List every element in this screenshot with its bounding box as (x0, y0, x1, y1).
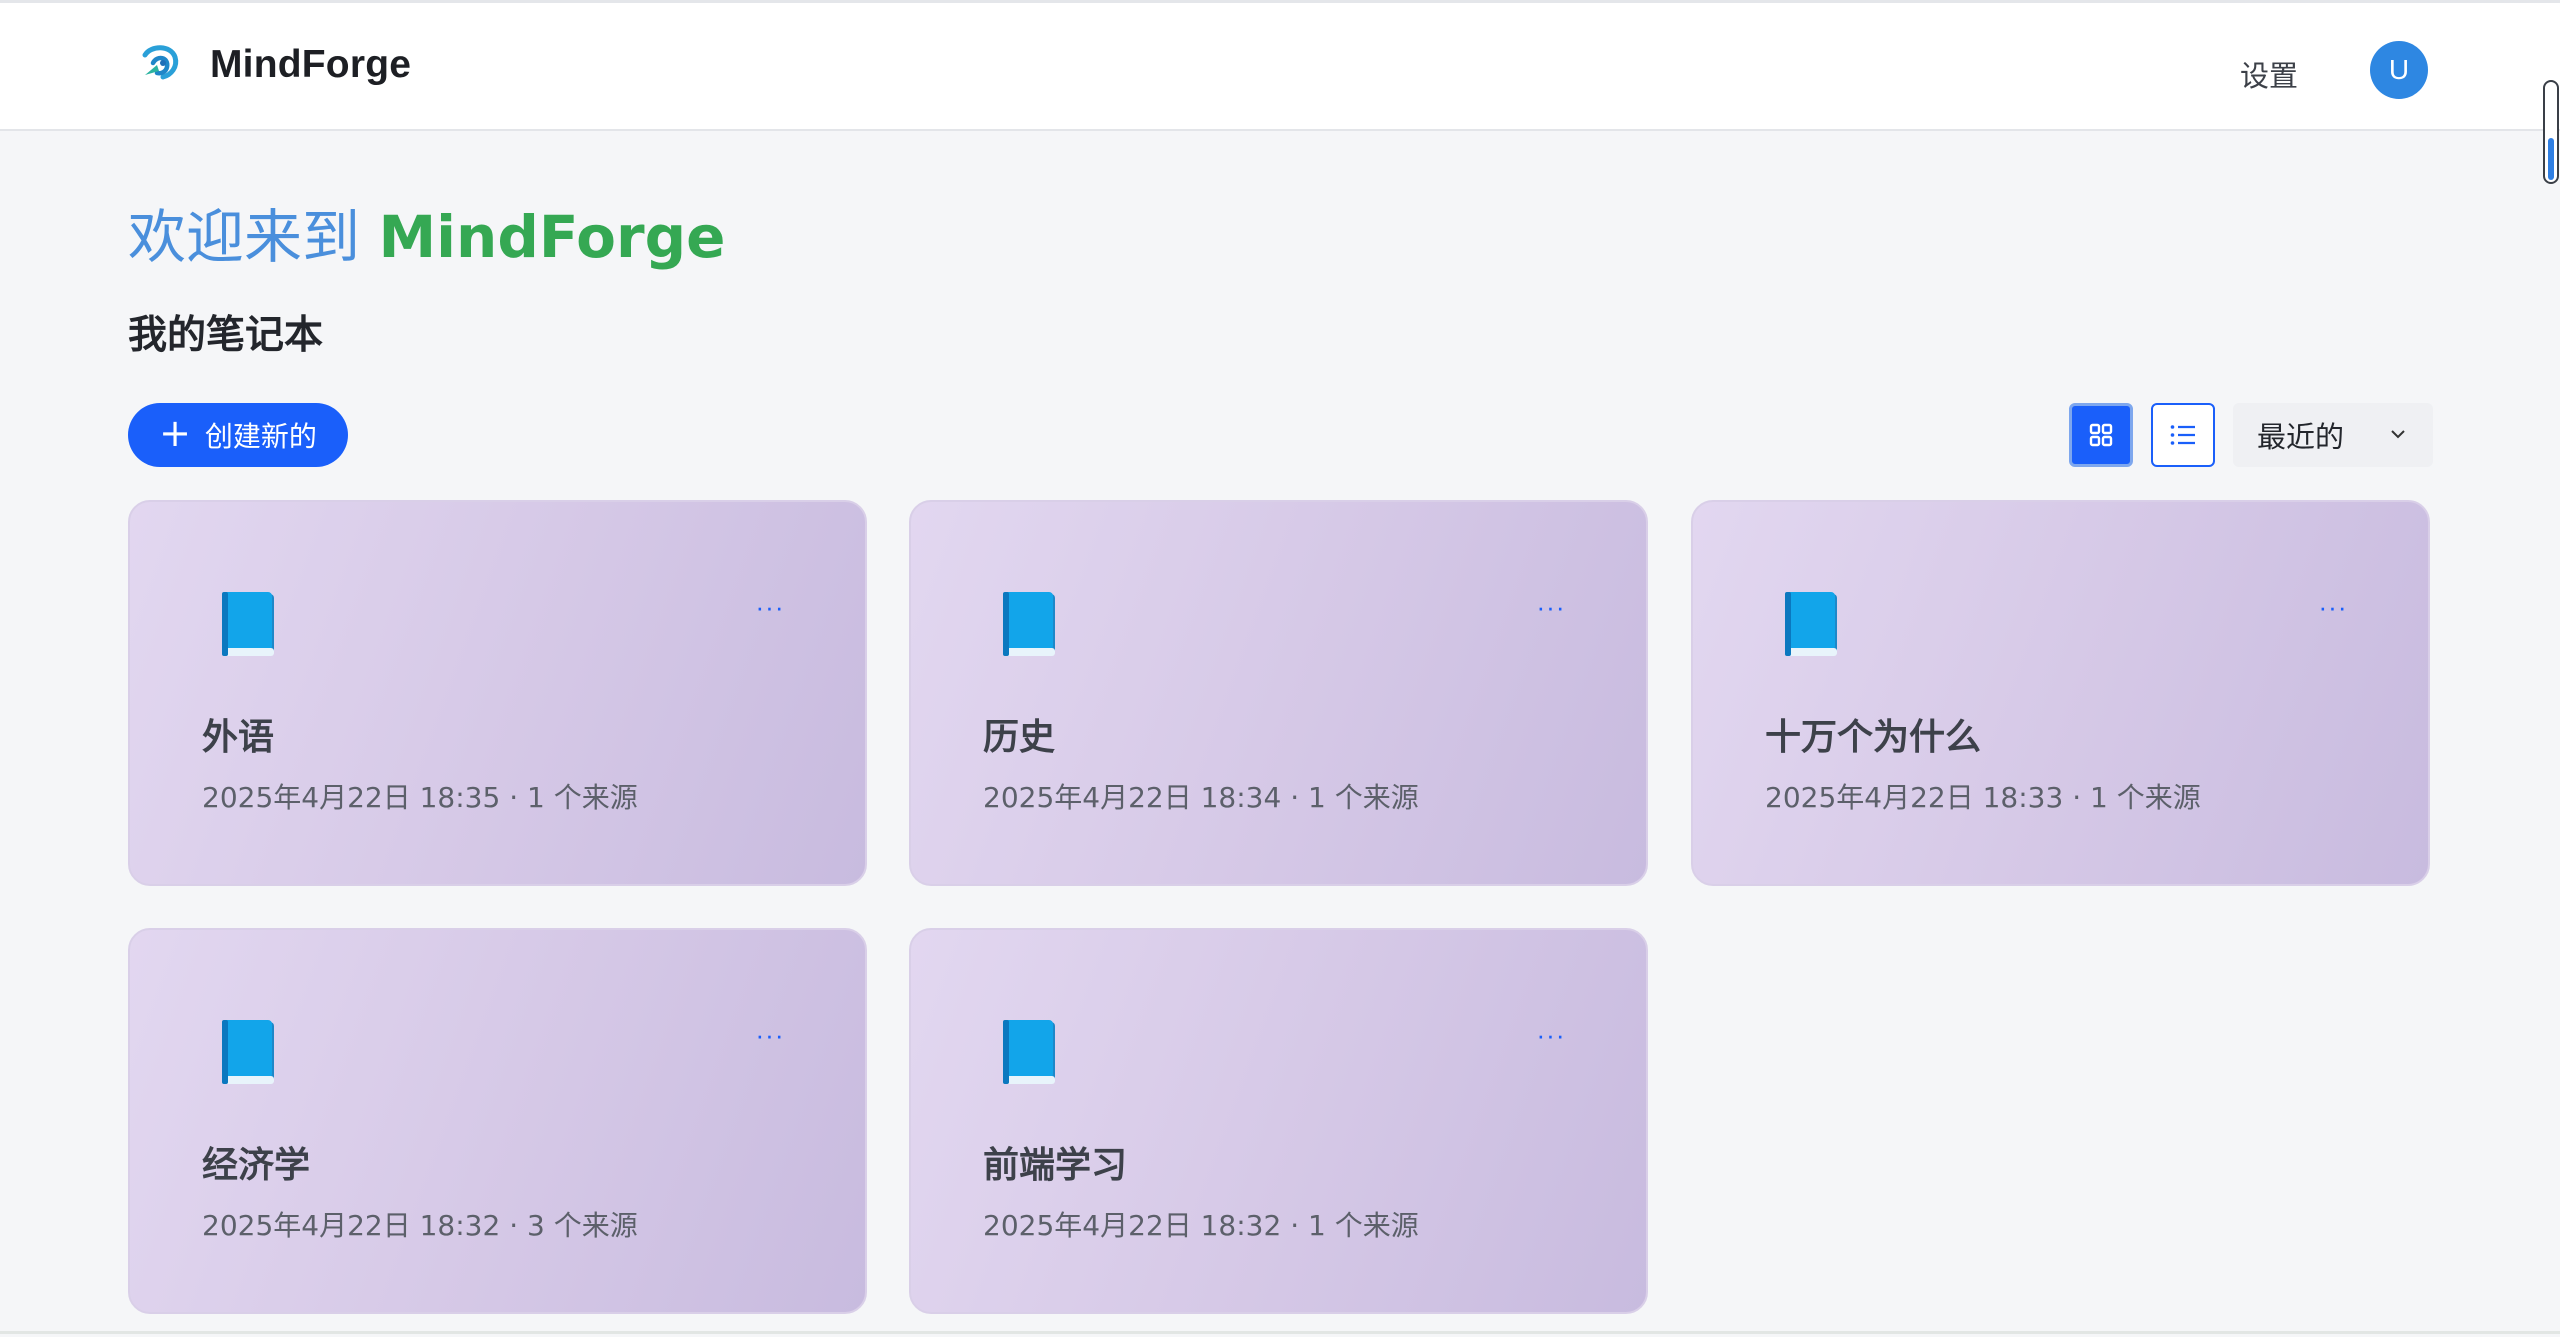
blue-book-icon (1785, 592, 1837, 656)
brand-name: MindForge (210, 43, 412, 86)
section-title: 我的笔记本 (128, 313, 324, 358)
welcome-heading: 欢迎来到 MindForge (128, 190, 725, 274)
create-notebook-button[interactable]: + 创建新的 (128, 403, 348, 467)
notebook-meta: 2025年4月22日 18:32 · 3 个来源 (202, 1209, 638, 1242)
sort-dropdown[interactable]: 最近的 (2233, 403, 2433, 467)
plus-icon: + (159, 411, 191, 455)
more-options-icon[interactable]: ··· (750, 1022, 790, 1050)
grid-icon (2089, 423, 2113, 447)
welcome-brand: MindForge (378, 203, 726, 271)
more-options-icon[interactable]: ··· (1531, 594, 1571, 622)
scrollbar-thumb[interactable] (2548, 138, 2554, 180)
notebook-title: 前端学习 (983, 1145, 1128, 1186)
notebook-meta: 2025年4月22日 18:35 · 1 个来源 (202, 781, 638, 814)
notebook-card[interactable]: ··· 经济学 2025年4月22日 18:32 · 3 个来源 (128, 928, 867, 1314)
user-avatar[interactable]: U (2370, 41, 2428, 99)
blue-book-icon (222, 592, 274, 656)
notebook-card[interactable]: ··· 前端学习 2025年4月22日 18:32 · 1 个来源 (909, 928, 1648, 1314)
notebook-card[interactable]: ··· 十万个为什么 2025年4月22日 18:33 · 1 个来源 (1691, 500, 2430, 886)
create-button-label: 创建新的 (204, 420, 317, 453)
grid-view-button[interactable] (2069, 403, 2133, 467)
notebook-card[interactable]: ··· 历史 2025年4月22日 18:34 · 1 个来源 (909, 500, 1648, 886)
notebook-meta: 2025年4月22日 18:34 · 1 个来源 (983, 781, 1419, 814)
notebook-title: 外语 (202, 717, 275, 758)
welcome-prefix: 欢迎来到 (128, 203, 379, 271)
top-header: MindForge 设置 U (0, 0, 2560, 131)
notebook-card[interactable]: ··· 外语 2025年4月22日 18:35 · 1 个来源 (128, 500, 867, 886)
list-view-button[interactable] (2151, 403, 2215, 467)
notebook-meta: 2025年4月22日 18:33 · 1 个来源 (1765, 781, 2201, 814)
mindforge-logo-icon (142, 45, 179, 80)
notebook-title: 十万个为什么 (1765, 717, 1982, 758)
settings-link[interactable]: 设置 (2240, 53, 2298, 95)
chevron-down-icon (2391, 430, 2405, 439)
page-bottom-border (0, 1331, 2560, 1334)
blue-book-icon (222, 1020, 274, 1084)
more-options-icon[interactable]: ··· (1531, 1022, 1571, 1050)
notebook-title: 历史 (983, 717, 1056, 758)
list-icon (2170, 425, 2195, 445)
sort-value: 最近的 (2257, 420, 2345, 454)
blue-book-icon (1003, 592, 1055, 656)
more-options-icon[interactable]: ··· (2313, 594, 2353, 622)
more-options-icon[interactable]: ··· (750, 594, 790, 622)
blue-book-icon (1003, 1020, 1055, 1084)
logo[interactable]: MindForge (137, 41, 411, 89)
app-root: MindForge 设置 U 欢迎来到 MindForge 我的笔记本 + 创建… (0, 0, 2560, 1337)
notebook-title: 经济学 (202, 1145, 311, 1186)
notebook-meta: 2025年4月22日 18:32 · 1 个来源 (983, 1209, 1419, 1242)
